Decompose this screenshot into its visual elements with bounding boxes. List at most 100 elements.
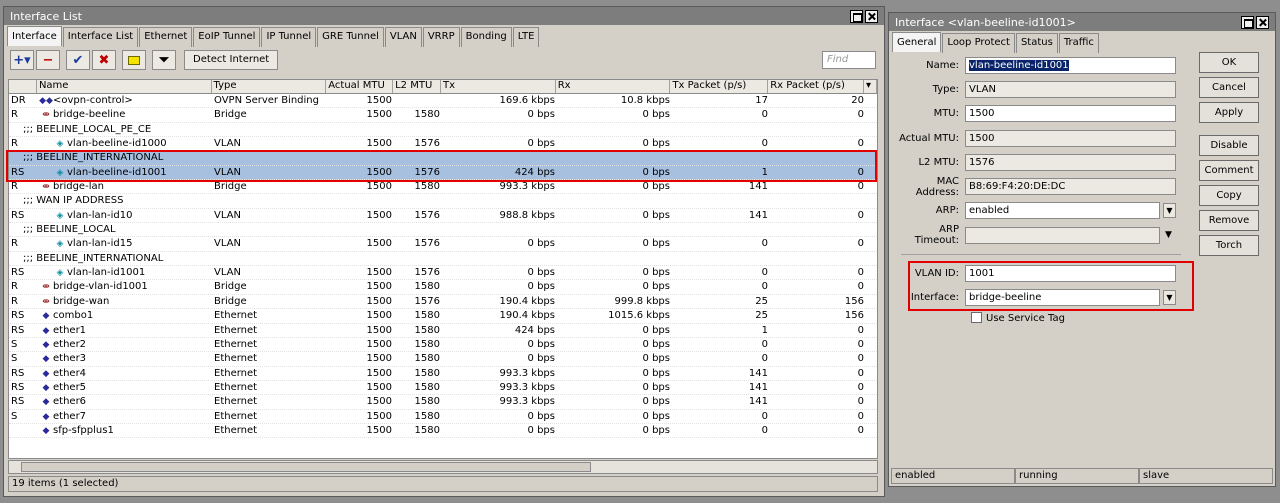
table-row[interactable]: R ⇼ bridge-beeline Bridge 1500 1580 0 bps 0 bps…	[9, 108, 877, 123]
row-rx-packet: 0	[857, 424, 864, 436]
arp-select[interactable]: enabled	[965, 202, 1160, 220]
comment-button[interactable]	[122, 50, 146, 70]
comment-button[interactable]: Comment	[1199, 160, 1259, 181]
tab-vrrp[interactable]: VRRP	[422, 27, 460, 47]
add-button[interactable]: +▾	[10, 50, 34, 70]
col-tx[interactable]: Tx	[441, 80, 556, 93]
disable-button[interactable]: Disable	[1199, 135, 1259, 156]
row-type: Ethernet	[214, 424, 258, 436]
remove-button[interactable]: Remove	[1199, 210, 1259, 231]
row-tx: 0 bps	[527, 410, 555, 422]
chevron-down-icon[interactable]: ▼	[1165, 230, 1172, 240]
row-actual-mtu: 1500	[366, 324, 392, 336]
ok-button[interactable]: OK	[1199, 52, 1259, 73]
comment-row[interactable]: ;;; BEELINE_LOCAL_PE_CE	[9, 123, 877, 138]
table-row[interactable]: RS ◈ vlan-lan-id1001 VLAN 1500 1576 0 bps 0 bps…	[9, 266, 877, 281]
vlan-icon: ◈	[56, 239, 64, 250]
row-rx: 10.8 kbps	[620, 95, 670, 106]
maximize-icon[interactable]	[850, 9, 863, 23]
name-input[interactable]: vlan-beeline-id1001	[965, 56, 1176, 74]
col-rx[interactable]: Rx	[556, 80, 671, 93]
col-flag[interactable]	[9, 80, 37, 93]
table-row[interactable]: RS ◆ ether5 Ethernet 1500 1580 993.3 kbps 0 bps…	[9, 381, 877, 396]
row-comment: ;;; BEELINE_LOCAL_PE_CE	[23, 123, 152, 135]
col-name[interactable]: Name	[37, 80, 212, 93]
col-type[interactable]: Type	[212, 80, 327, 93]
bridge-icon: ⇼	[42, 282, 50, 293]
row-rx-packet: 0	[857, 138, 864, 150]
row-type: Ethernet	[214, 410, 258, 422]
tab-ip-tunnel[interactable]: IP Tunnel	[261, 27, 317, 47]
close-icon[interactable]	[1256, 15, 1269, 29]
col-l2-mtu[interactable]: L2 MTU	[393, 80, 441, 93]
detect-internet-button[interactable]: Detect Internet	[184, 50, 279, 70]
tab-lte[interactable]: LTE	[512, 27, 540, 47]
tab-bonding[interactable]: Bonding	[460, 27, 512, 47]
tab-traffic[interactable]: Traffic	[1058, 33, 1099, 53]
tab-gre-tunnel[interactable]: GRE Tunnel	[317, 27, 384, 47]
dropdown-icon[interactable]: ▼	[1163, 203, 1176, 219]
apply-button[interactable]: Apply	[1199, 102, 1259, 123]
table-row[interactable]: S ◆ ether7 Ethernet 1500 1580 0 bps 0 bps 0 0	[9, 410, 877, 424]
table-row[interactable]: S ◆ ether2 Ethernet 1500 1580 0 bps 0 bps 0 0	[9, 338, 877, 353]
col-actual-mtu[interactable]: Actual MTU	[326, 80, 394, 93]
row-rx: 0 bps	[642, 424, 670, 436]
table-row[interactable]: R ◈ vlan-lan-id15 VLAN 1500 1576 0 bps 0 bps 0 0	[9, 237, 877, 252]
maximize-icon[interactable]	[1241, 15, 1254, 29]
table-row[interactable]: DR ◆◆<ovpn-control> OVPN Server Binding 150…	[9, 94, 877, 109]
close-icon[interactable]	[865, 9, 878, 23]
copy-button[interactable]: Copy	[1199, 185, 1259, 206]
tab-eoip-tunnel[interactable]: EoIP Tunnel	[193, 27, 261, 47]
table-row[interactable]: ◆ sfp-sfpplus1 Ethernet 1500 1580 0 bps 0 bps 0…	[9, 424, 877, 439]
service-tag-checkbox[interactable]	[971, 312, 982, 324]
table-row[interactable]: RS ◆ ether6 Ethernet 1500 1580 993.3 kbps 0 bps…	[9, 395, 877, 410]
table-row[interactable]: R ⇼ bridge-lan Bridge 1500 1580 993.3 kbps 0 bp…	[9, 180, 877, 195]
tab-status[interactable]: Status	[1015, 33, 1058, 53]
row-tx-packet: 0	[761, 238, 768, 250]
row-rx: 0 bps	[642, 381, 670, 393]
row-tx-packet: 0	[761, 424, 768, 436]
filter-button[interactable]: ⏷	[152, 50, 176, 70]
table-row[interactable]: R ⇼ bridge-wan Bridge 1500 1576 190.4 kbps 999.…	[9, 295, 877, 310]
tab-loop-protect[interactable]: Loop Protect	[942, 33, 1015, 53]
cancel-button[interactable]: Cancel	[1199, 77, 1259, 98]
remove-button[interactable]: −	[36, 50, 60, 70]
row-rx: 0 bps	[642, 367, 670, 379]
row-rx: 0 bps	[642, 396, 670, 408]
table-row[interactable]: RS ◈ vlan-lan-id10 VLAN 1500 1576 988.8 kbps 0 …	[9, 209, 877, 224]
comment-row[interactable]: ;;; BEELINE_LOCAL	[9, 223, 877, 238]
col-tx-packet[interactable]: Tx Packet (p/s)	[670, 80, 769, 93]
tab-interface-list[interactable]: Interface List	[62, 27, 139, 47]
col-rx-packet[interactable]: Rx Packet (p/s)	[768, 80, 864, 93]
row-actual-mtu: 1500	[366, 181, 392, 193]
comment-row[interactable]: ;;; BEELINE_INTERNATIONAL	[9, 252, 877, 267]
row-l2-mtu: 1580	[414, 281, 440, 293]
table-row[interactable]: RS ◆ combo1 Ethernet 1500 1580 190.4 kbps 1015.…	[9, 309, 877, 324]
tab-interface[interactable]: Interface	[7, 26, 62, 46]
tab-ethernet[interactable]: Ethernet	[139, 27, 193, 47]
list-titlebar[interactable]: Interface List	[4, 7, 884, 25]
disable-button[interactable]: ✖	[92, 50, 116, 70]
torch-button[interactable]: Torch	[1199, 235, 1259, 256]
comment-row[interactable]: ;;; WAN IP ADDRESS	[9, 194, 877, 209]
row-tx: 988.8 kbps	[499, 209, 555, 221]
row-tx: 993.3 kbps	[499, 381, 555, 393]
status-slave: slave	[1139, 468, 1273, 484]
enable-button[interactable]: ✔	[66, 50, 90, 70]
detail-title: Interface <vlan-beeline-id1001>	[895, 15, 1076, 29]
table-row[interactable]: RS ◆ ether1 Ethernet 1500 1580 424 bps 0 bps 1 0	[9, 324, 877, 338]
mtu-input[interactable]: 1500	[965, 105, 1176, 123]
tab-vlan[interactable]: VLAN	[384, 27, 422, 47]
arp-timeout-input[interactable]	[965, 226, 1160, 244]
column-menu-icon[interactable]: ▾	[864, 80, 877, 93]
tab-general[interactable]: General	[892, 32, 942, 52]
scroll-thumb[interactable]	[21, 462, 591, 472]
row-actual-mtu: 1500	[366, 424, 392, 436]
table-row[interactable]: S ◆ ether3 Ethernet 1500 1580 0 bps 0 bps 0 0	[9, 352, 877, 367]
row-tx: 424 bps	[514, 324, 555, 336]
find-input[interactable]: Find	[822, 51, 876, 69]
detail-titlebar[interactable]: Interface <vlan-beeline-id1001>	[889, 13, 1275, 31]
table-row[interactable]: RS ◆ ether4 Ethernet 1500 1580 993.3 kbps 0 bps…	[9, 367, 877, 381]
table-row[interactable]: R ⇼ bridge-vlan-id1001 Bridge 1500 1580 0 bps 0…	[9, 280, 877, 295]
horizontal-scrollbar[interactable]	[8, 460, 878, 474]
